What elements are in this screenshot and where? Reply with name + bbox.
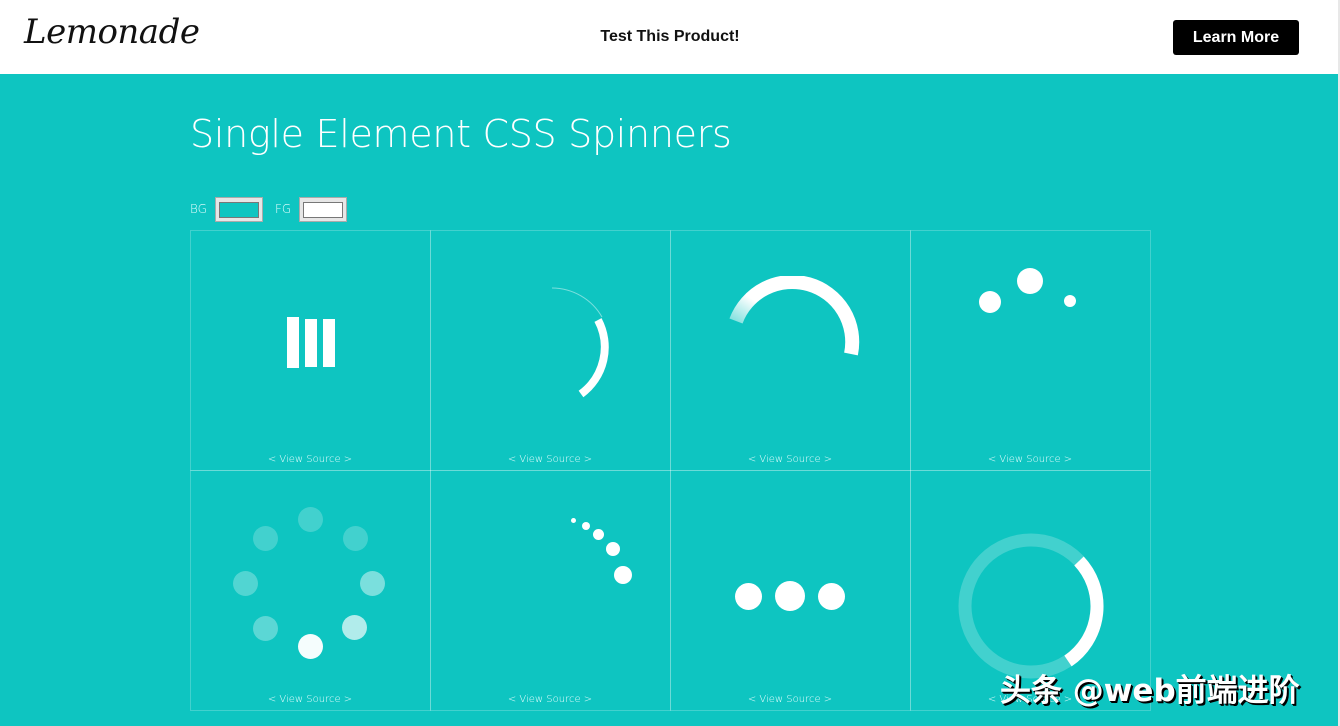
dot-2 <box>774 580 805 611</box>
promo-text: Test This Product! <box>600 28 740 45</box>
dot-3 <box>1063 294 1076 307</box>
dot-1 <box>978 290 1001 313</box>
dot-7 <box>232 570 258 596</box>
dot-8 <box>252 525 278 551</box>
gradient-arc-spinner <box>728 275 859 355</box>
spinner-cell-bouncing-dots: < View Source > <box>909 229 1151 471</box>
bar-3 <box>322 318 335 367</box>
page-title: Single Element CSS Spinners <box>190 112 732 156</box>
ring-head <box>1063 556 1103 666</box>
dot-3 <box>359 570 385 596</box>
dot-2 <box>342 525 368 551</box>
fg-label: FG <box>274 201 292 216</box>
dot-1 <box>734 582 762 610</box>
thin-arc-spinner <box>551 287 609 397</box>
dot-1 <box>570 517 576 523</box>
learn-more-button[interactable]: Learn More <box>1173 20 1299 55</box>
spinner-cell-trailing-dots: < View Source > <box>429 469 671 711</box>
view-source-link[interactable]: < View Source > <box>671 454 910 468</box>
dot-2 <box>581 521 590 530</box>
bars-spinner <box>286 316 337 369</box>
bar-1 <box>286 316 299 368</box>
dot-2 <box>1016 267 1043 294</box>
spinner-cell-circle-dots: < View Source > <box>189 469 431 711</box>
top-banner: Lemonade Test This Product! Learn More <box>0 0 1340 74</box>
view-source-link[interactable]: < View Source > <box>191 454 430 468</box>
view-source-link[interactable]: < View Source > <box>671 694 910 708</box>
bar-2 <box>304 318 317 367</box>
arc <box>728 275 859 355</box>
spinner-cell-thin-arc: < View Source > <box>429 229 671 471</box>
dot-6 <box>252 615 278 641</box>
arc-head <box>578 317 609 397</box>
spinner-cell-bars: < View Source > <box>189 229 431 471</box>
view-source-link[interactable]: < View Source > <box>911 454 1150 468</box>
bg-color-swatch <box>218 201 259 218</box>
fg-color-picker[interactable] <box>299 197 348 222</box>
ring-spinner <box>958 533 1103 678</box>
dot-5 <box>297 633 323 659</box>
view-source-link[interactable]: < View Source > <box>191 694 430 708</box>
bg-color-picker[interactable] <box>214 197 263 222</box>
spinner-grid: < View Source > < View Source > < View S… <box>189 229 1151 711</box>
view-source-link[interactable]: < View Source > <box>431 694 670 708</box>
arc-trail <box>551 287 602 317</box>
dot-1 <box>297 506 323 532</box>
dot-3 <box>592 528 604 540</box>
dot-3 <box>817 582 845 610</box>
bg-label: BG <box>190 201 207 216</box>
dot-4 <box>605 541 620 556</box>
fg-color-swatch <box>303 201 344 218</box>
dot-5 <box>613 565 632 584</box>
spinner-cell-three-dots: < View Source > <box>669 469 911 711</box>
spinner-cell-gradient-arc: < View Source > <box>669 229 911 471</box>
watermark-text: 头条 @web前端进阶 <box>1000 673 1300 709</box>
view-source-link[interactable]: < View Source > <box>431 454 670 468</box>
color-controls: BG FG <box>190 195 359 222</box>
dot-4 <box>341 614 367 640</box>
